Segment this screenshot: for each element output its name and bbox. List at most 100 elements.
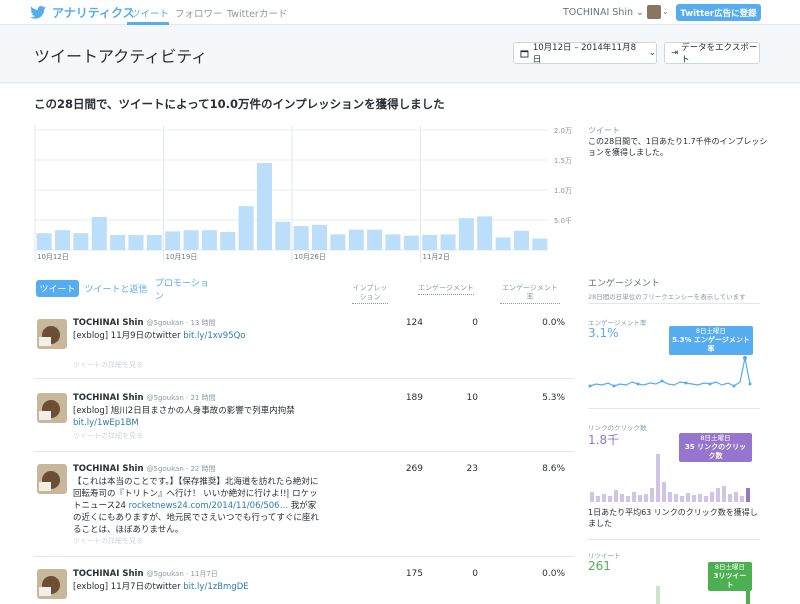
brand-label: アナリティクス [52, 6, 135, 20]
side-title: ツイート [588, 126, 620, 135]
tweet-avatar [37, 464, 67, 494]
avatar[interactable] [647, 5, 661, 19]
tweet-details-link[interactable]: ツイートの詳細を見る [73, 431, 143, 441]
export-data-button[interactable]: ⇥ データをエクスポート [664, 42, 760, 65]
nav-followers[interactable]: フォロワー [175, 6, 223, 20]
tweet-impressions: 269 [405, 464, 423, 474]
y-tick-label: 1.5万 [554, 157, 572, 165]
bar[interactable] [275, 221, 291, 250]
bar[interactable] [312, 224, 328, 250]
column-engagement-rate[interactable]: エンゲージメント率 [500, 284, 560, 304]
bar[interactable] [55, 230, 71, 250]
bar[interactable] [367, 229, 383, 250]
tweet-author[interactable]: TOCHINAI Shin [73, 393, 144, 403]
tweet-text: [exblog] 11月9日のtwitter bit.ly/1xv95Qo [73, 331, 246, 341]
bar[interactable] [385, 234, 401, 250]
retweets-bars [656, 586, 750, 604]
tab-promotions[interactable]: プロモーション [155, 279, 217, 302]
bar[interactable] [201, 230, 217, 250]
tweet-engagements: 10 [466, 393, 478, 403]
tweet-engagements: 0 [472, 318, 478, 328]
tweet-author[interactable]: TOCHINAI Shin [73, 318, 144, 328]
tweet-link[interactable]: bit.ly/1wEp1BM [73, 418, 139, 428]
bar[interactable] [348, 229, 364, 250]
tweet-avatar [37, 393, 67, 423]
bar[interactable] [495, 237, 511, 250]
tweet-row[interactable]: TOCHINAI Shin @5goukan · 11月7日 [exblog] 1… [34, 558, 574, 604]
tweet-avatar [37, 319, 67, 349]
user-menu[interactable]: TOCHINAI Shin ⌄ [563, 7, 644, 18]
tweet-meta: @5goukan · 21 時間 [146, 394, 216, 402]
tweet-link[interactable]: rocketnews24.com/2014/11/06/506… [129, 501, 288, 511]
bar[interactable] [110, 235, 126, 250]
export-label: データをエクスポート [681, 43, 758, 65]
x-tick-label: 10月26日 [294, 253, 326, 261]
top-navigation: アナリティクス ツイート フォロワー Twitterカード TOCHINAI S… [0, 0, 800, 25]
twitter-bird-icon [30, 6, 46, 19]
tweet-details-link[interactable]: ツイートの詳細を見る [73, 536, 143, 546]
link-clicks-description: 1日あたり平均63 リンクのクリック数を獲得しました [588, 508, 758, 528]
tweet-text: 【これは本当のことです。】【保存推奨】北海道を訪れたら絶対に回転寿司の『トリトン… [73, 477, 319, 535]
tooltip-date: 8日土曜日 [700, 434, 731, 442]
tweet-row[interactable]: TOCHINAI Shin @5goukan · 22 時間 【これは本当のことで… [34, 453, 574, 557]
page-title: ツイートアクティビティ [34, 47, 208, 66]
bar[interactable] [165, 231, 181, 250]
bar[interactable] [128, 235, 144, 250]
tweet-impressions: 124 [405, 318, 423, 328]
bar[interactable] [458, 218, 474, 250]
date-range-picker[interactable]: 10月12日 – 2014年11月8日 ⌄ [513, 42, 657, 65]
bar[interactable] [183, 230, 199, 250]
x-tick-label: 10月19日 [166, 253, 198, 261]
nav-twitter-cards[interactable]: Twitterカード [227, 6, 287, 20]
bar[interactable] [513, 230, 529, 250]
tweet-row[interactable]: TOCHINAI Shin @5goukan · 13 時間 [exblog] 1… [34, 316, 574, 379]
tweet-engagement-rate: 0.0% [542, 318, 565, 328]
bar[interactable] [146, 235, 162, 250]
engagement-subtitle: 28日間の日単位のフリークエンシーを表示しています [588, 293, 746, 301]
nav-tweets[interactable]: ツイート [131, 6, 169, 20]
tweet-meta: @5goukan · 22 時間 [146, 465, 216, 473]
bar[interactable] [256, 163, 272, 250]
y-tick-label: 5.0千 [554, 216, 572, 225]
bar[interactable] [330, 234, 346, 250]
tweet-link[interactable]: bit.ly/1zBmgDE [183, 582, 248, 592]
tweet-text: [exblog] 11月7日のtwitter bit.ly/1zBmgDE [73, 582, 249, 592]
column-engagements[interactable]: エンゲージメント [418, 284, 474, 295]
bar[interactable] [422, 235, 438, 250]
chevron-down-icon: ⌄ [636, 7, 644, 18]
bar[interactable] [220, 232, 236, 250]
tweet-author[interactable]: TOCHINAI Shin [73, 464, 144, 474]
bar[interactable] [73, 233, 89, 250]
brand[interactable]: アナリティクス [30, 4, 135, 21]
tooltip-date: 8日土曜日 [714, 563, 746, 571]
tweet-details-link[interactable]: ツイートの詳細を見る [73, 360, 143, 370]
bar[interactable] [238, 206, 254, 250]
bar[interactable] [403, 235, 419, 250]
bar[interactable] [440, 234, 456, 250]
chevron-down-icon[interactable]: ⌄ [662, 7, 669, 16]
twitter-ads-button[interactable]: Twitter広告に登録 [676, 4, 761, 21]
tweet-author[interactable]: TOCHINAI Shin [73, 569, 144, 579]
link-clicks-value: 1.8千 [588, 433, 620, 447]
tweet-engagements: 23 [466, 464, 478, 474]
bar[interactable] [293, 226, 309, 250]
calendar-icon [520, 49, 529, 57]
y-tick-label: 2.0万 [554, 127, 572, 135]
tweet-row[interactable]: TOCHINAI Shin @5goukan · 21 時間 [exblog] 旭… [34, 380, 574, 452]
link-clicks-bars [590, 454, 750, 502]
retweets-value: 261 [588, 559, 611, 573]
tweet-link[interactable]: bit.ly/1xv95Qo [183, 331, 245, 341]
divider [588, 539, 760, 540]
tweet-engagements: 0 [472, 569, 478, 579]
bar[interactable] [477, 216, 493, 250]
tab-tweets-and-replies[interactable]: ツイートと返信 [84, 280, 148, 297]
bar[interactable] [532, 238, 548, 250]
export-icon: ⇥ [671, 48, 679, 58]
tab-tweets[interactable]: ツイート [36, 280, 79, 297]
bar[interactable] [36, 233, 52, 250]
tweet-impressions: 175 [405, 569, 423, 579]
bar[interactable] [91, 217, 107, 250]
tweet-impressions: 189 [405, 393, 423, 403]
tweet-engagement-rate: 0.0% [542, 569, 565, 579]
column-impressions[interactable]: インプレッション [352, 284, 388, 304]
